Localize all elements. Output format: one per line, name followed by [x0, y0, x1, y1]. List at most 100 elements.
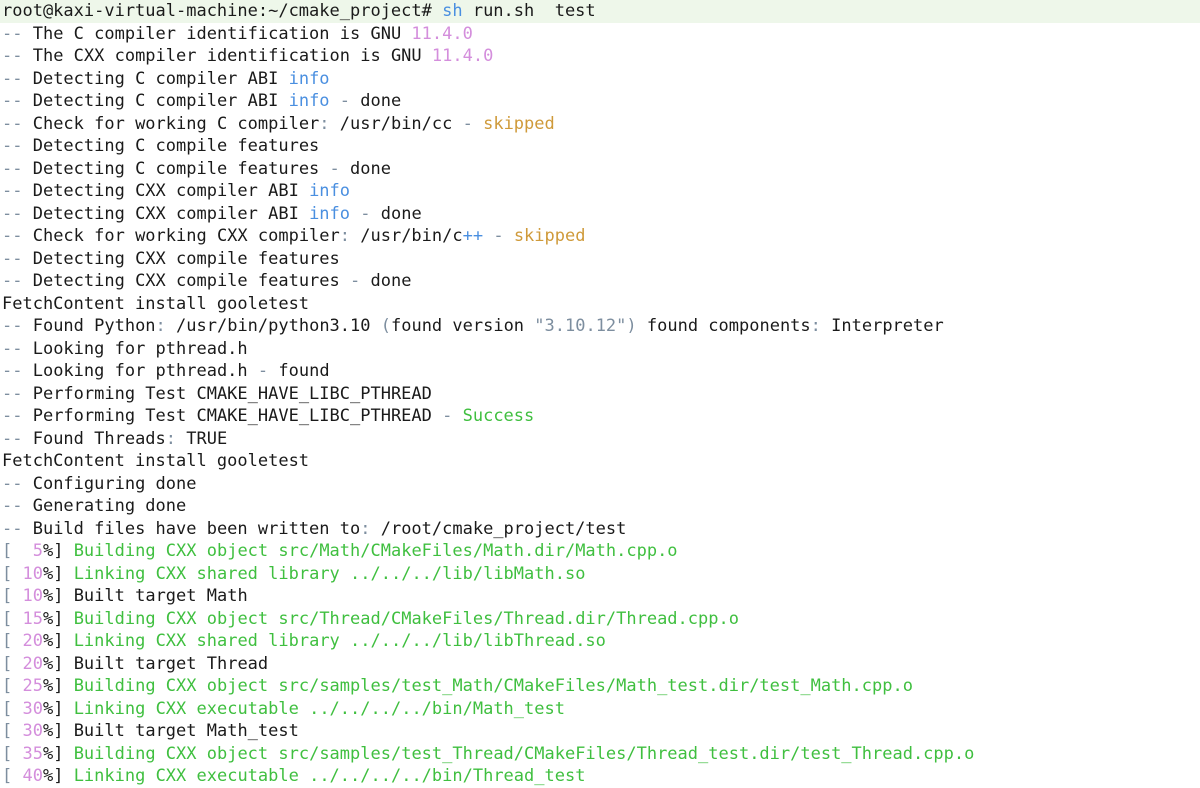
text-segment: /usr/bin/c	[360, 226, 463, 246]
text-segment: Detecting C compiler ABI	[32, 68, 289, 89]
text-segment: 30	[22, 721, 43, 741]
text-segment: --	[2, 113, 33, 134]
output-line: [ 15%] Building CXX object src/Thread/CM…	[0, 608, 1200, 631]
output-line: -- Detecting C compile features	[0, 135, 1200, 158]
text-segment: %]	[42, 698, 74, 719]
text-segment: [	[2, 653, 23, 674]
text-segment: done	[350, 158, 391, 179]
text-segment: %]	[42, 721, 74, 741]
text-segment: Building CXX object src/samples/test_Mat…	[73, 676, 913, 696]
text-segment: 35	[22, 743, 43, 764]
text-segment: Built target Math	[73, 586, 248, 606]
text-segment: Performing Test CMAKE_HAVE_LIBC_PTHREAD	[32, 406, 432, 426]
text-segment: done	[380, 203, 422, 224]
text-segment: TRUE	[186, 428, 228, 449]
text-segment: Building CXX object src/Thread/CMakeFile…	[73, 608, 739, 629]
output-line: -- Configuring done	[0, 473, 1200, 496]
text-segment: done	[360, 91, 402, 111]
text-segment: --	[2, 428, 33, 449]
text-segment: %]	[42, 676, 74, 696]
text-segment: :	[165, 428, 187, 449]
text-segment: %]	[42, 586, 74, 606]
text-segment: "3.10.12"	[534, 316, 627, 336]
output-line: [ 40%] Linking CXX executable ../../../.…	[0, 765, 1200, 788]
text-segment: (	[380, 316, 391, 336]
text-segment: info	[288, 68, 330, 89]
text-segment: [	[2, 608, 23, 629]
output-line: -- Detecting CXX compiler ABI info - don…	[0, 203, 1200, 226]
text-segment: --	[2, 361, 33, 381]
output-line: [ 10%] Linking CXX shared library ../../…	[0, 563, 1200, 586]
text-segment: --	[2, 518, 33, 539]
text-segment: -	[339, 271, 371, 291]
text-segment: Built target Thread	[73, 653, 269, 674]
text-segment: -	[431, 406, 463, 426]
text-segment: Interpreter	[831, 316, 944, 336]
text-segment: --	[2, 91, 33, 111]
output-line: [ 30%] Built target Math_test	[0, 720, 1200, 743]
output-line: -- Performing Test CMAKE_HAVE_LIBC_PTHRE…	[0, 405, 1200, 428]
text-segment: Detecting C compiler ABI	[32, 91, 289, 111]
output-line: [ 10%] Built target Math	[0, 585, 1200, 608]
text-segment: FetchContent install gooletest	[2, 451, 310, 471]
text-segment: 5	[32, 541, 43, 561]
text-segment: --	[2, 181, 33, 201]
text-segment: 25	[22, 676, 43, 696]
text-segment: %]	[42, 541, 74, 561]
text-segment: :	[339, 226, 361, 246]
text-segment: Check for working CXX compiler	[32, 226, 340, 246]
output-line: -- The C compiler identification is GNU …	[0, 23, 1200, 46]
text-segment: /usr/bin/cc	[339, 113, 453, 134]
text-segment: -	[483, 226, 514, 246]
text-segment: 15	[22, 608, 43, 629]
text-segment: Configuring done	[32, 473, 197, 494]
output-line: -- Build files have been written to: /ro…	[0, 518, 1200, 541]
text-segment: info	[309, 203, 351, 224]
text-segment: --	[2, 316, 33, 336]
text-segment: 11.4.0	[411, 23, 473, 44]
output-line: -- Looking for pthread.h	[0, 338, 1200, 361]
text-segment: :	[360, 518, 381, 539]
text-segment: %]	[42, 743, 74, 764]
output-line: -- Performing Test CMAKE_HAVE_LIBC_PTHRE…	[0, 383, 1200, 406]
text-segment: Performing Test CMAKE_HAVE_LIBC_PTHREAD	[32, 383, 432, 404]
output-line: -- The CXX compiler identification is GN…	[0, 45, 1200, 68]
output-line: -- Detecting CXX compiler ABI info	[0, 180, 1200, 203]
text-segment: 20	[22, 631, 43, 651]
text-segment: 40	[22, 766, 43, 786]
text-segment: --	[2, 23, 33, 44]
prompt-line: root@kaxi-virtual-machine:~/cmake_projec…	[0, 0, 1200, 23]
output-line: [ 5%] Building CXX object src/Math/CMake…	[0, 540, 1200, 563]
text-segment: Linking CXX executable ../../../../bin/T…	[73, 766, 586, 786]
output-line: [ 20%] Built target Thread	[0, 653, 1200, 676]
text-segment: --	[2, 203, 33, 224]
text-segment: Linking CXX executable ../../../../bin/M…	[73, 698, 565, 719]
text-segment: Success	[462, 406, 535, 426]
text-segment: %]	[42, 766, 74, 786]
text-segment: Looking for pthread.h	[32, 361, 248, 381]
text-segment: [	[2, 563, 23, 584]
text-segment: found version	[390, 316, 535, 336]
text-segment: [	[2, 698, 23, 719]
text-segment: %]	[42, 608, 74, 629]
text-segment: Check for working C compiler	[32, 113, 320, 134]
text-segment: :	[319, 113, 340, 134]
text-segment: %]	[42, 563, 74, 584]
text-segment: %]	[42, 653, 74, 674]
text-segment: /usr/bin/python3.10	[176, 316, 381, 336]
text-segment: Detecting CXX compiler ABI	[32, 203, 310, 224]
text-segment: Build files have been written to	[32, 518, 361, 539]
output-line: [ 30%] Linking CXX executable ../../../.…	[0, 698, 1200, 721]
text-segment: skipped	[513, 226, 586, 246]
text-segment: --	[2, 338, 33, 359]
terminal-output[interactable]: root@kaxi-virtual-machine:~/cmake_projec…	[0, 0, 1200, 788]
text-segment: Linking CXX shared library ../../../lib/…	[73, 631, 606, 651]
text-segment: --	[2, 406, 33, 426]
text-segment: The CXX compiler identification is GNU	[32, 46, 432, 66]
text-segment: [	[2, 541, 33, 561]
text-segment: -	[329, 91, 361, 111]
output-line: -- Found Python: /usr/bin/python3.10 (fo…	[0, 315, 1200, 338]
text-segment: 10	[22, 586, 43, 606]
text-segment: [	[2, 676, 23, 696]
text-segment: ++	[462, 226, 484, 246]
